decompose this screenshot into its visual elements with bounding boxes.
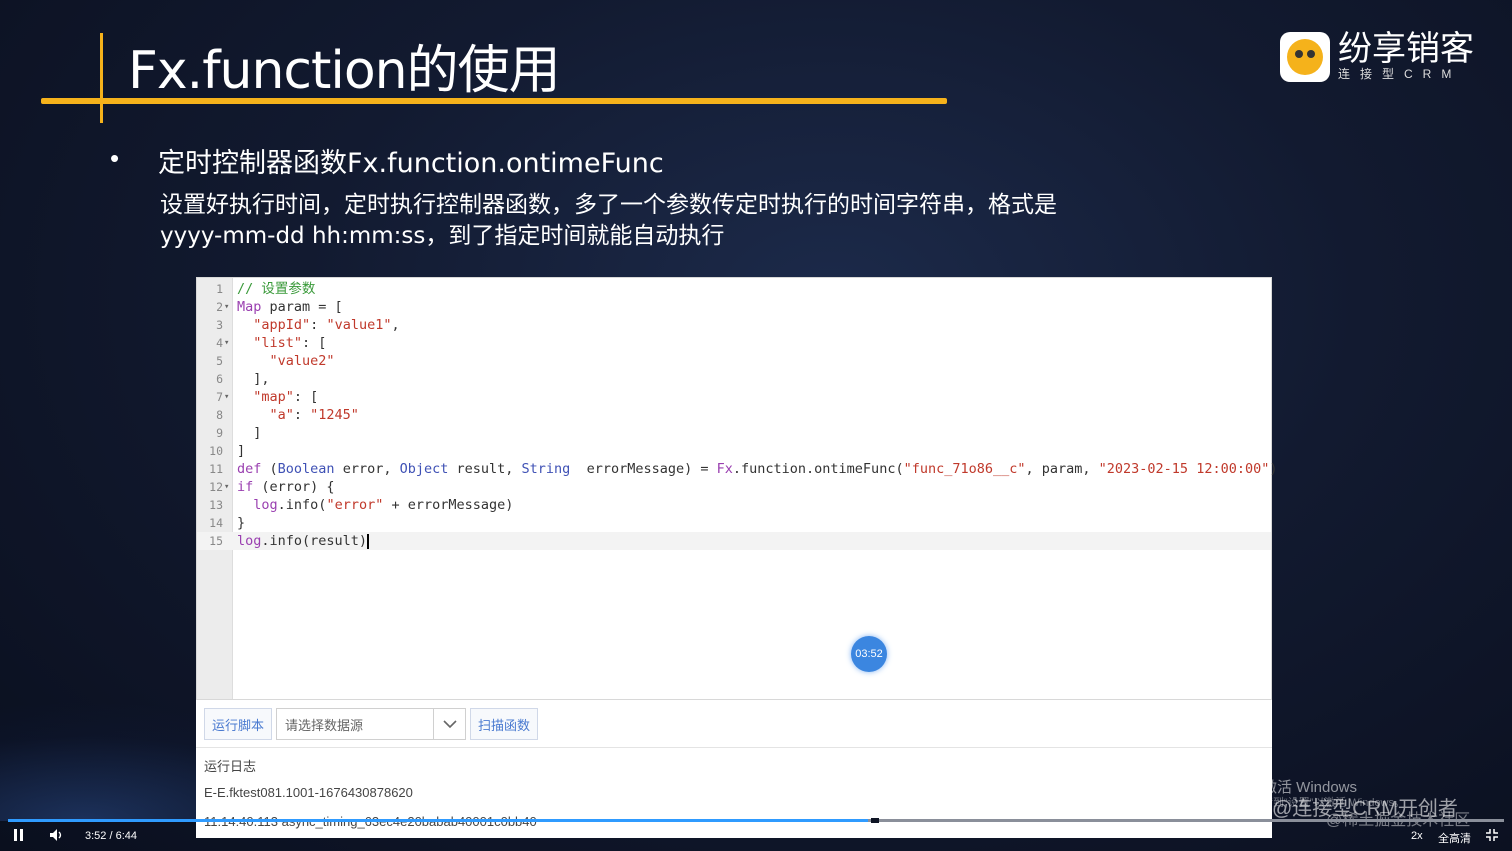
logo-subtitle: 连接型CRM [1338,67,1462,81]
line-number: 1 [216,282,223,296]
line-number: 13 [209,498,223,512]
video-controls: 3:52 / 6:44 2x 全高清 [0,826,1512,851]
code-line[interactable]: 7 ▾ "map": [ [197,388,1271,406]
code-text: "appId": "value1", [253,317,400,333]
datasource-placeholder: 请选择数据源 [285,717,364,733]
line-number: 11 [209,462,223,476]
bullet-heading: 定时控制器函数Fx.function.ontimeFunc [158,148,664,179]
line-number: 12 [209,480,223,494]
slide-title: Fx.function的使用 [128,41,561,101]
line-number: 5 [216,354,223,368]
line-number: 2 [216,300,223,314]
code-text: "map": [ [253,389,319,405]
code-text: log.info("error" + errorMessage) [253,497,514,513]
code-line[interactable]: 8 "a": "1245" [197,406,1271,424]
logo-name: 纷享销客 [1338,29,1474,69]
line-number: 10 [209,444,223,458]
volume-icon[interactable] [50,829,64,844]
run-script-button[interactable]: 运行脚本 [204,708,272,740]
playback-time: 3:52 / 6:44 [85,830,137,842]
code-text: } [237,515,246,531]
code-line[interactable]: 2 ▾ Map param = [ [197,298,1271,316]
code-text: Map param = [ [237,299,343,315]
code-text: log.info(result) [237,533,370,549]
code-text: "a": "1245" [269,407,359,423]
code-line[interactable]: 9 ] [197,424,1271,442]
progress-handle[interactable] [871,818,879,823]
video-progress-fill [8,819,869,822]
code-text: ] [237,425,262,441]
code-text: "list": [ [253,335,327,351]
brand-logo: 纷享销客 连接型CRM [1280,31,1474,82]
code-text: ] [237,443,246,459]
quality-button[interactable]: 全高清 [1438,830,1471,846]
run-log-label: 运行日志 [204,759,257,774]
description-line-1: 设置好执行时间，定时执行控制器函数，多了一个参数传定时执行的时间字符串，格式是 [160,192,1057,218]
chevron-down-icon[interactable] [433,709,465,739]
timer-badge: 03:52 [851,636,887,672]
code-text: "value2" [269,353,335,369]
line-number: 7 [216,390,223,404]
code-line[interactable]: 5 "value2" [197,352,1271,370]
line-number: 15 [209,534,223,548]
logo-mascot-icon [1280,31,1330,82]
speed-button[interactable]: 2x [1411,830,1423,842]
bullet-dot: • [110,143,120,173]
code-line[interactable]: 11 def (Boolean error, Object result, Str… [197,460,1277,478]
title-accent-vertical [100,33,103,123]
code-line[interactable]: 10] [197,442,1271,460]
datasource-select[interactable]: 请选择数据源 [276,708,466,740]
code-line[interactable]: 13 log.info("error" + errorMessage) [197,496,1271,514]
description-line-2: yyyy-mm-dd hh:mm:ss，到了指定时间就能自动执行 [160,223,725,249]
code-line[interactable]: 14} [197,514,1271,532]
log-line: E-E.fktest081.1001-1676430878620 [204,785,413,800]
code-text: ], [237,371,270,387]
line-number: 14 [209,516,223,530]
video-progress-bar[interactable] [8,818,1504,823]
fold-toggle-icon[interactable]: ▾ [224,478,229,496]
code-line[interactable]: 12 ▾ if (error) { [197,478,1271,496]
code-line[interactable]: 15 log.info(result) [197,532,1271,550]
fold-toggle-icon[interactable]: ▾ [224,388,229,406]
exit-fullscreen-icon[interactable] [1486,829,1498,844]
code-line[interactable]: 1 // 设置参数 [197,280,1271,298]
code-line[interactable]: 6 ], [197,370,1271,388]
slide-description: 设置好执行时间，定时执行控制器函数，多了一个参数传定时执行的时间字符串，格式是 … [160,190,1160,252]
scan-function-button[interactable]: 扫描函数 [470,708,538,740]
line-number: 6 [216,372,223,386]
line-number: 3 [216,318,223,332]
fold-toggle-icon[interactable]: ▾ [224,334,229,352]
code-line[interactable]: 3 "appId": "value1", [197,316,1271,334]
line-number: 8 [216,408,223,422]
editor-toolbar: 运行脚本 请选择数据源 扫描函数 [196,700,1272,748]
code-text: // 设置参数 [237,281,316,297]
line-number: 9 [216,426,223,440]
fold-toggle-icon[interactable]: ▾ [224,298,229,316]
pause-icon[interactable] [14,829,24,844]
run-log-panel: 运行日志 E-E.fktest081.1001-1676430878620 11… [196,748,1272,838]
code-text: def (Boolean error, Object result, Strin… [237,461,1278,477]
code-text: if (error) { [237,479,335,495]
code-editor[interactable]: 1// 设置参数 2 ▾ Map param = [3 "appId": "value… [196,277,1277,700]
line-number: 4 [216,336,223,350]
code-line[interactable]: 4 ▾ "list": [ [197,334,1271,352]
